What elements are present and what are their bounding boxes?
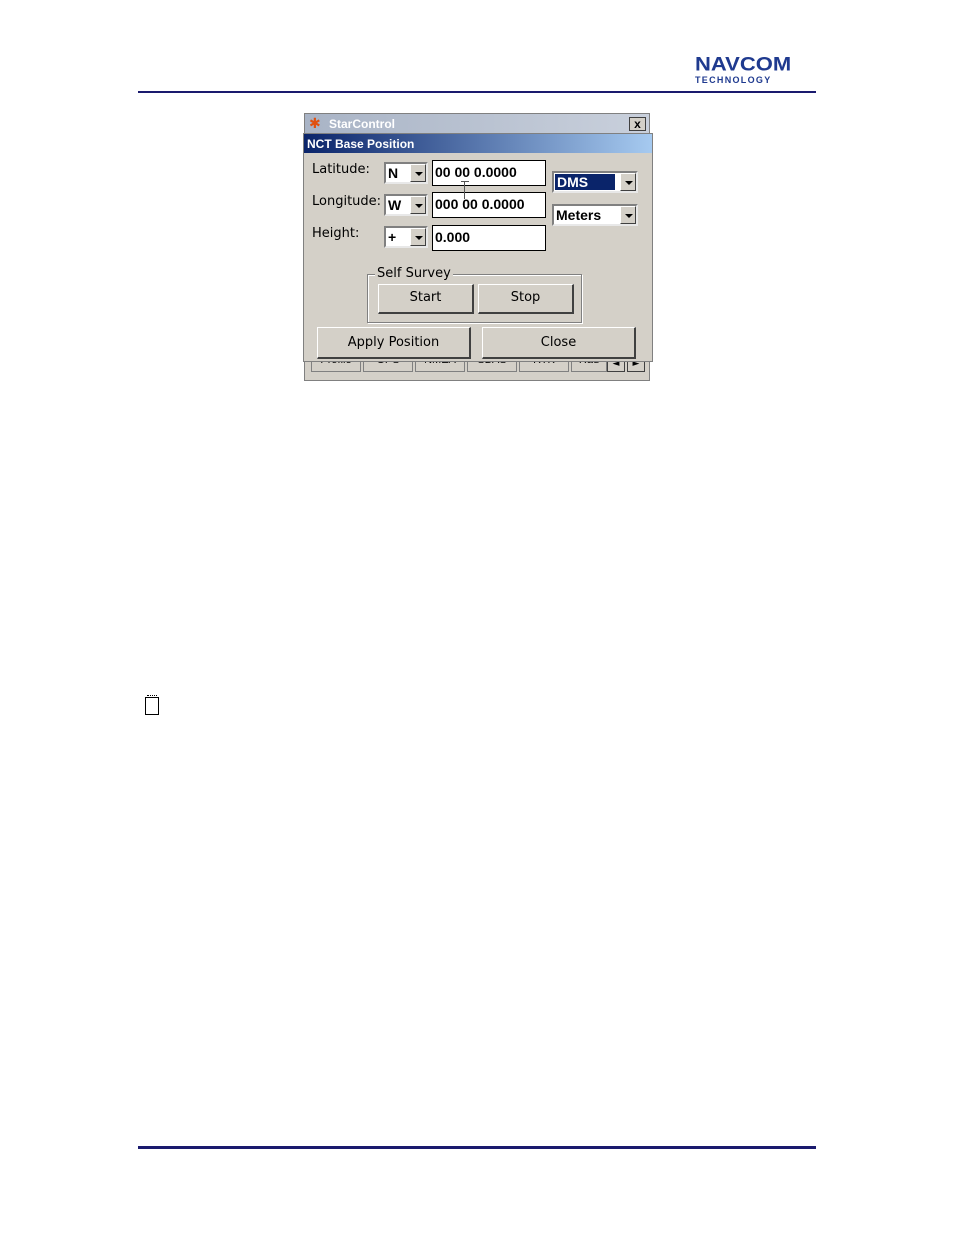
longitude-input[interactable]: 000 00 0.0000: [432, 192, 546, 218]
latitude-input[interactable]: 00 00 0.0000: [432, 160, 546, 186]
coordinate-format-value: DMS: [555, 174, 615, 190]
chevron-down-icon[interactable]: [620, 173, 636, 191]
latitude-value: 00 00 0.0000: [435, 164, 517, 180]
height-sign-value: +: [388, 229, 397, 245]
note-icon: [145, 695, 159, 715]
latitude-hemisphere-value: N: [388, 165, 399, 181]
self-survey-stop-button[interactable]: Stop: [478, 284, 574, 314]
longitude-value: 000 00 0.0000: [435, 196, 525, 212]
chevron-down-icon[interactable]: [410, 228, 426, 246]
app-titlebar[interactable]: ✱ StarControl x: [305, 114, 649, 134]
text-cursor-icon: [461, 181, 469, 199]
starcontrol-icon: ✱: [309, 116, 321, 132]
chevron-down-icon[interactable]: [410, 196, 426, 214]
height-unit-select[interactable]: Meters: [552, 204, 638, 226]
latitude-label: Latitude:: [312, 162, 370, 177]
chevron-down-icon[interactable]: [410, 164, 426, 182]
navcom-logo: NAVCOM TECHNOLOGY: [695, 52, 817, 85]
header-rule: [138, 91, 816, 93]
height-value: 0.000: [435, 229, 471, 245]
height-unit-value: Meters: [556, 207, 602, 223]
height-label: Height:: [312, 226, 360, 241]
longitude-hemisphere-select[interactable]: W: [384, 194, 428, 216]
dialog-title: NCT Base Position: [307, 137, 415, 151]
latitude-hemisphere-select[interactable]: N: [384, 162, 428, 184]
app-close-button[interactable]: x: [629, 117, 646, 131]
nct-base-position-dialog: NCT Base Position Latitude: N 00 00 0.00…: [303, 133, 653, 362]
logo-sub-text: TECHNOLOGY: [695, 75, 772, 85]
coordinate-format-select[interactable]: DMS: [552, 171, 638, 193]
apply-position-button[interactable]: Apply Position: [317, 327, 471, 359]
longitude-hemisphere-value: W: [388, 197, 402, 213]
height-input[interactable]: 0.000: [432, 225, 546, 251]
dialog-titlebar[interactable]: NCT Base Position: [304, 134, 652, 153]
longitude-label: Longitude:: [312, 194, 382, 209]
app-title: StarControl: [329, 117, 395, 131]
height-sign-select[interactable]: +: [384, 226, 428, 248]
logo-main-text: NAVCOM: [695, 52, 792, 75]
self-survey-label: Self Survey: [375, 266, 453, 281]
self-survey-start-button[interactable]: Start: [378, 284, 474, 314]
footer-rule: [138, 1146, 816, 1149]
close-button[interactable]: Close: [482, 327, 636, 359]
self-survey-group: Self Survey Start Stop: [367, 266, 582, 323]
chevron-down-icon[interactable]: [620, 206, 636, 224]
